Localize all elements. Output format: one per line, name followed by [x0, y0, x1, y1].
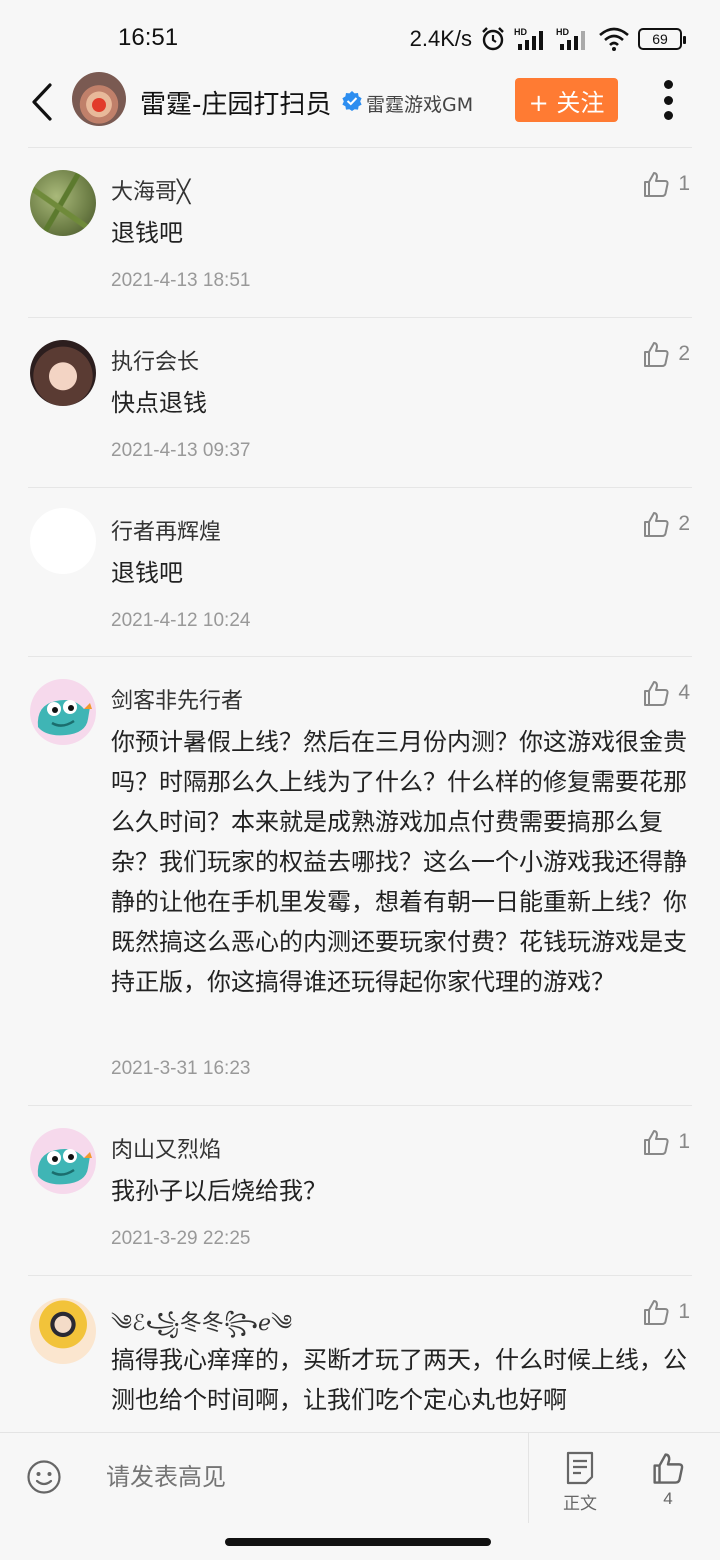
- comment-item: 大海哥╳ 退钱吧 2021-4-13 18:51 1: [0, 148, 720, 318]
- body-text-label: 正文: [563, 1494, 597, 1513]
- signal-hd-icon: HD: [514, 27, 543, 50]
- like-count: 1: [678, 1300, 690, 1323]
- comment-text: 你预计暑假上线？然后在三月份内测？你这游戏很金贵吗？时隔那么久上线为了什么？什么…: [111, 728, 687, 996]
- comment-time: 2021-3-29 22:25: [111, 1228, 251, 1249]
- like-button[interactable]: 4: [642, 679, 690, 707]
- comment-text: 搞得我心痒痒的，买断才玩了两天，什么时候上线，公测也给个时间啊，让我们吃个定心丸…: [111, 1346, 687, 1414]
- avatar[interactable]: [30, 508, 96, 574]
- comment-text: 退钱吧: [111, 559, 183, 587]
- svg-text:HD: HD: [514, 27, 527, 37]
- avatar[interactable]: [30, 1298, 96, 1364]
- thumbs-up-icon: [644, 172, 669, 197]
- comment-text: 退钱吧: [111, 219, 183, 247]
- network-speed: 2.4K/s: [409, 26, 472, 51]
- verified-badge-icon: [342, 91, 362, 111]
- like-button[interactable]: 1: [642, 1298, 690, 1326]
- svg-text:HD: HD: [556, 27, 569, 37]
- like-button[interactable]: 2: [642, 510, 690, 538]
- author-name[interactable]: 雷霆-庄园打扫员: [140, 84, 331, 121]
- dinosaur-avatar-icon: [37, 1149, 92, 1185]
- author-subtitle: 雷霆游戏GM: [366, 94, 474, 116]
- thumbs-up-icon: [644, 342, 669, 367]
- like-button[interactable]: 1: [642, 1128, 690, 1156]
- comment-text: 快点退钱: [111, 389, 207, 417]
- status-time: 16:51: [118, 24, 179, 51]
- alarm-icon: [482, 27, 504, 51]
- document-icon: [566, 1451, 594, 1485]
- comment-username[interactable]: 肉山又烈焰: [111, 1132, 221, 1164]
- thumbs-up-icon: [644, 1300, 669, 1325]
- like-count: 1: [678, 172, 690, 195]
- body-text-button[interactable]: 正文: [556, 1451, 604, 1515]
- thumbs-up-icon: [644, 1130, 669, 1155]
- avatar[interactable]: [30, 170, 96, 236]
- header: 雷霆-庄园打扫员 雷霆游戏GM + 关注: [0, 62, 720, 142]
- signal-hd-icon: HD: [556, 27, 585, 50]
- home-indicator[interactable]: [225, 1538, 491, 1546]
- wifi-icon: [599, 27, 629, 51]
- comment-item: ༄ℰ꧁冬冬꧂ℯ༄ 搞得我心痒痒的，买断才玩了两天，什么时候上线，公测也给个时间啊…: [0, 1276, 720, 1432]
- avatar[interactable]: [30, 679, 96, 745]
- like-button[interactable]: 2: [642, 340, 690, 368]
- comment-username[interactable]: 大海哥╳: [111, 174, 190, 206]
- thumbs-up-icon: [644, 512, 669, 537]
- comment-username[interactable]: 执行会长: [111, 344, 199, 376]
- divider: [528, 1433, 529, 1523]
- comment-text: 我孙子以后烧给我？: [111, 1177, 327, 1205]
- emoji-icon[interactable]: [26, 1459, 62, 1495]
- status-icons: 2.4K/s HD HD 69: [409, 22, 686, 56]
- avatar[interactable]: [30, 1128, 96, 1194]
- post-like-button[interactable]: 4: [644, 1451, 692, 1515]
- dinosaur-avatar-icon: [37, 700, 92, 736]
- like-count: 4: [678, 681, 690, 704]
- comment-item: 肉山又烈焰 我孙子以后烧给我？ 2021-3-29 22:25 1: [0, 1106, 720, 1276]
- dot-icon: [663, 111, 673, 120]
- comment-item: 剑客非先行者 你预计暑假上线？然后在三月份内测？你这游戏很金贵吗？时隔那么久上线…: [0, 657, 720, 1105]
- comment-time: 2021-4-13 18:51: [111, 270, 251, 291]
- comment-input[interactable]: [106, 1457, 506, 1497]
- comment-time: 2021-4-13 09:37: [111, 440, 251, 461]
- back-button[interactable]: [22, 78, 62, 126]
- more-options-button[interactable]: [650, 76, 686, 124]
- comment-item: 执行会长 快点退钱 2021-4-13 09:37 2: [0, 318, 720, 488]
- like-count: 2: [678, 342, 690, 365]
- comment-username[interactable]: 行者再辉煌: [111, 514, 221, 546]
- comment-time: 2021-4-12 10:24: [111, 610, 251, 631]
- dot-icon: [663, 80, 673, 89]
- thumbs-up-icon: [644, 681, 669, 706]
- like-count: 1: [678, 1130, 690, 1153]
- comment-bar: 正文 4: [0, 1432, 720, 1523]
- thumbs-up-icon: [653, 1453, 684, 1484]
- dot-icon: [663, 95, 673, 105]
- comment-item: 行者再辉煌 退钱吧 2021-4-12 10:24 2: [0, 488, 720, 658]
- avatar[interactable]: [30, 340, 96, 406]
- comment-time: 2021-3-31 16:23: [111, 1058, 251, 1079]
- comment-username[interactable]: 剑客非先行者: [111, 683, 243, 715]
- author-avatar[interactable]: [72, 72, 126, 126]
- like-button[interactable]: 1: [642, 170, 690, 198]
- chevron-left-icon: [32, 83, 52, 121]
- post-like-count: 4: [663, 1489, 673, 1508]
- follow-button[interactable]: + 关注: [515, 78, 618, 122]
- like-count: 2: [678, 512, 690, 535]
- battery-icon: 69: [638, 28, 686, 50]
